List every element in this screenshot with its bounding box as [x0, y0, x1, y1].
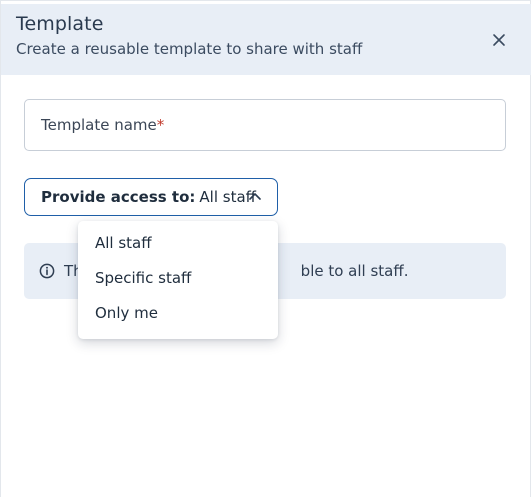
template-name-field[interactable]: Template name*: [24, 99, 506, 151]
template-panel: Template Create a reusable template to s…: [0, 0, 531, 497]
provide-access-select[interactable]: Provide access to: All staff: [24, 178, 278, 216]
close-button[interactable]: [488, 29, 510, 51]
info-text-right: ble to all staff.: [300, 262, 409, 280]
option-specific-staff[interactable]: Specific staff: [95, 269, 191, 287]
option-all-staff[interactable]: All staff: [95, 234, 152, 252]
panel-title: Template: [16, 13, 104, 35]
info-icon: [39, 263, 55, 279]
option-only-me[interactable]: Only me: [95, 304, 158, 322]
chevron-up-icon: [249, 193, 261, 200]
access-dropdown-menu: All staff Specific staff Only me: [78, 221, 278, 339]
panel-subtitle: Create a reusable template to share with…: [16, 40, 363, 58]
required-marker: *: [156, 116, 165, 134]
access-prefix: Provide access to:: [41, 188, 196, 206]
template-name-label: Template name*: [41, 116, 165, 134]
panel-header: Template Create a reusable template to s…: [1, 4, 531, 75]
close-icon: [493, 34, 505, 46]
